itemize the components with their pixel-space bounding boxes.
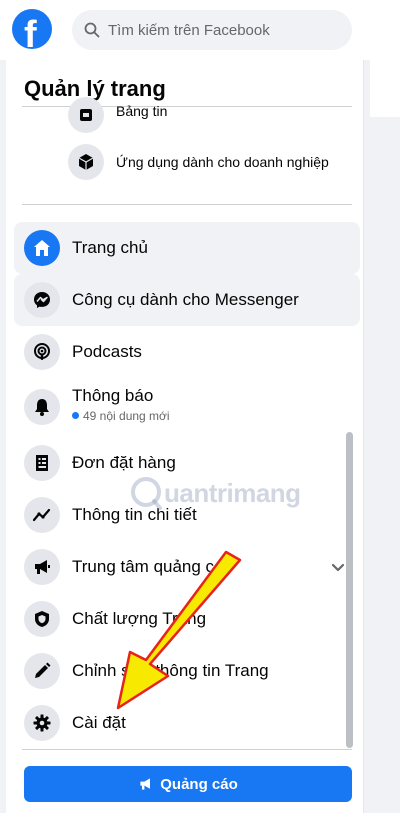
content-area (370, 117, 400, 807)
watermark-text: uantrimang (164, 478, 301, 508)
divider (22, 204, 352, 205)
nav-item-settings[interactable]: Cài đặt (14, 697, 360, 749)
megaphone-icon (140, 778, 151, 790)
create-ad-button-label: Quảng cáo (160, 775, 238, 793)
notification-count: 49 nội dung mới (72, 409, 170, 423)
nav-item-edit-page-info[interactable]: Chỉnh sửa thông tin Trang (14, 645, 360, 697)
messenger-icon (24, 282, 60, 318)
search-icon (84, 22, 100, 38)
top-bar: f (0, 0, 400, 60)
manage-page-panel: Quản lý trang Bảng tin Ứng dụng dành cho… (6, 60, 364, 813)
nav-item-label: Cài đặt (72, 713, 126, 732)
search-input[interactable] (108, 10, 338, 50)
unread-dot (72, 412, 79, 419)
watermark-logo-icon (131, 477, 162, 510)
nav-item-label: Podcasts (72, 342, 142, 361)
facebook-logo-letter: f (24, 14, 37, 49)
home-icon (24, 230, 60, 266)
nav-item-label: Chỉnh sửa thông tin Trang (72, 661, 269, 680)
create-ad-button[interactable]: Quảng cáo (24, 766, 352, 802)
pencil-icon (24, 653, 60, 689)
nav-item-label: Công cụ dành cho Messenger (72, 290, 299, 309)
business-apps-icon (68, 144, 104, 180)
nav-item-label: Chất lượng Trang (72, 609, 207, 628)
nav-item-page-quality[interactable]: Chất lượng Trang (14, 593, 360, 645)
sub-item-business-apps[interactable]: Ứng dụng dành cho doanh nghiệp (68, 144, 368, 184)
podcast-icon (24, 334, 60, 370)
divider (22, 749, 352, 750)
facebook-logo[interactable]: f (12, 9, 52, 49)
nav-item-label: Trung tâm quảng cáo (72, 557, 233, 576)
notification-count-text: 49 nội dung mới (83, 409, 170, 423)
shield-icon (24, 601, 60, 637)
watermark: uantrimang (130, 470, 350, 520)
chevron-down-icon[interactable] (328, 557, 348, 577)
nav-item-home[interactable]: Trang chủ (14, 222, 360, 274)
megaphone-icon (24, 549, 60, 585)
nav-item-ad-center[interactable]: Trung tâm quảng cáo (14, 541, 360, 593)
content-header-strip (370, 60, 400, 120)
sub-item-label: Ứng dụng dành cho doanh nghiệp (116, 154, 329, 170)
search-box[interactable] (72, 10, 352, 50)
nav-item-notifications[interactable]: Thông báo 49 nội dung mới (14, 378, 360, 436)
orders-icon (24, 445, 60, 481)
nav-item-label: Trang chủ (72, 238, 148, 257)
nav-item-podcasts[interactable]: Podcasts (14, 326, 360, 378)
bell-icon (24, 389, 60, 425)
insights-icon (24, 497, 60, 533)
nav-item-label: Thông báo (72, 386, 154, 405)
nav-item-messenger-tools[interactable]: Công cụ dành cho Messenger (14, 274, 360, 326)
news-feed-icon (68, 97, 104, 133)
gear-icon (24, 705, 60, 741)
sub-item-label: Bảng tin (116, 103, 168, 119)
sub-item-news-feed[interactable]: Bảng tin (68, 97, 368, 137)
